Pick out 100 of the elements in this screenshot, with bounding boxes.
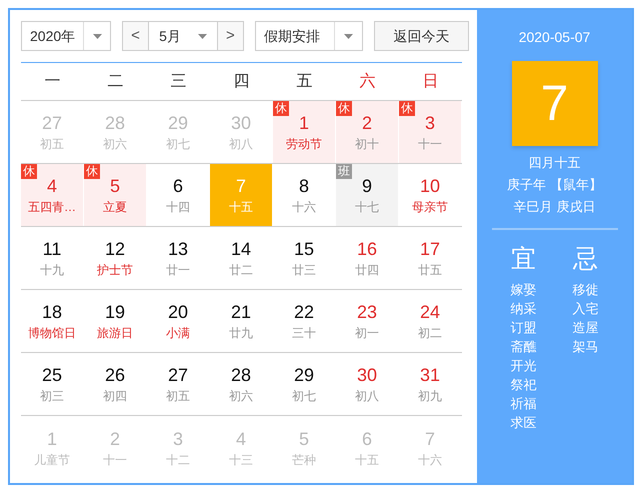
day-number: 31 <box>420 364 440 387</box>
day-number: 3 <box>172 428 183 450</box>
day-cell[interactable]: 30 初八 <box>336 353 398 415</box>
day-cell[interactable]: 18 博物馆日 <box>21 290 83 352</box>
weekday-label: 二 <box>108 72 124 92</box>
day-number: 22 <box>294 301 314 324</box>
lunar-date: 劳动节 <box>286 136 322 153</box>
suitable-item: 订盟 <box>510 319 536 337</box>
day-cell[interactable]: 25 初三 <box>21 353 83 415</box>
day-cell[interactable]: 19 旅游日 <box>84 290 146 352</box>
day-cell[interactable]: 休 3 十一 <box>399 101 461 163</box>
day-cell[interactable]: 6 十四 <box>147 164 209 226</box>
day-number: 23 <box>356 301 378 324</box>
day-cell[interactable]: 31 初九 <box>399 353 461 415</box>
day-number: 2 <box>362 112 372 135</box>
rest-badge: 休 <box>84 164 100 179</box>
day-cell[interactable]: 28 初六 <box>210 353 272 415</box>
day-number: 7 <box>236 175 246 198</box>
day-cell[interactable]: 休 4 五四青… <box>21 164 83 226</box>
day-number: 5 <box>110 175 120 198</box>
lunar-date: 三十 <box>292 325 316 342</box>
day-number: 25 <box>42 364 62 387</box>
day-number: 21 <box>230 301 252 324</box>
today-button[interactable]: 返回今天 <box>374 21 469 51</box>
lunar-date: 十五 <box>355 452 379 468</box>
day-cell[interactable]: 21 廿九 <box>210 290 272 352</box>
lunar-date: 廿九 <box>229 325 253 342</box>
day-cell[interactable]: 休 5 立夏 <box>84 164 146 226</box>
lunar-date: 五四青… <box>28 199 76 216</box>
lunar-date: 护士节 <box>97 262 133 279</box>
month-select[interactable]: 5月 <box>149 21 217 51</box>
weekday-label: 一 <box>44 72 60 92</box>
lunar-date: 廿二 <box>229 262 253 279</box>
suitable-item: 纳采 <box>510 300 536 318</box>
lunar-date: 初十 <box>355 136 379 153</box>
day-number: 2 <box>110 428 120 450</box>
day-cell[interactable]: 15 廿三 <box>273 227 335 289</box>
day-cell[interactable]: 11 十九 <box>21 227 83 289</box>
year-select[interactable]: 2020年 <box>21 21 111 51</box>
next-month-button[interactable]: > <box>216 21 244 51</box>
day-cell[interactable]: 13 廿一 <box>147 227 209 289</box>
day-number: 6 <box>362 428 372 450</box>
lunar-date: 十五 <box>229 199 253 216</box>
day-cell[interactable]: 23 初一 <box>336 290 398 352</box>
month-day-text: 辛巳月 庚戌日 <box>514 198 596 216</box>
lunar-date: 芒种 <box>292 452 316 468</box>
selected-date: 2020-05-07 <box>518 28 590 47</box>
day-number: 15 <box>294 238 314 261</box>
previous-month-button[interactable]: < <box>122 21 150 51</box>
day-cell[interactable]: 29 初七 <box>273 353 335 415</box>
day-cell[interactable]: 17 廿五 <box>399 227 461 289</box>
day-number: 4 <box>236 428 246 450</box>
day-number: 11 <box>42 238 62 261</box>
day-cell[interactable]: 26 初四 <box>84 353 146 415</box>
lunar-date: 十一 <box>418 136 442 153</box>
day-cell[interactable]: 16 廿四 <box>336 227 398 289</box>
day-cell[interactable]: 8 十六 <box>273 164 335 226</box>
lunar-date: 初七 <box>292 388 316 405</box>
day-number: 3 <box>424 112 435 135</box>
weekday-label: 五 <box>296 72 312 92</box>
day-number: 29 <box>294 364 314 387</box>
day-number: 28 <box>230 364 252 387</box>
day-number: 17 <box>420 238 440 261</box>
year-text: 庚子年 【鼠年】 <box>507 176 602 194</box>
lunar-date: 初四 <box>103 388 127 405</box>
lunar-date: 初九 <box>418 388 442 405</box>
day-cell[interactable]: 休 1 劳动节 <box>273 101 335 163</box>
day-cell[interactable]: 27 初五 <box>147 353 209 415</box>
lunar-date: 旅游日 <box>97 325 133 342</box>
day-number: 1 <box>46 428 57 450</box>
weekday-label: 日 <box>422 72 438 92</box>
day-cell[interactable]: 12 护士节 <box>84 227 146 289</box>
lunar-date: 十九 <box>40 262 64 279</box>
day-number: 6 <box>172 175 183 198</box>
weekday-label: 三 <box>170 72 186 92</box>
day-number: 12 <box>104 238 126 261</box>
day-number: 29 <box>168 112 188 135</box>
day-cell[interactable]: 24 初二 <box>399 290 461 352</box>
lunar-date: 小满 <box>166 325 190 342</box>
lunar-date: 立夏 <box>103 199 127 216</box>
holiday-select[interactable]: 假期安排 <box>255 21 363 51</box>
day-number: 30 <box>230 112 252 135</box>
caret-icon <box>198 34 208 38</box>
lunar-date: 廿三 <box>292 262 316 279</box>
day-number: 20 <box>168 301 188 324</box>
day-number: 27 <box>168 364 188 387</box>
day-cell[interactable]: 10 母亲节 <box>399 164 461 226</box>
lunar-date: 十三 <box>229 452 253 468</box>
day-cell[interactable]: 22 三十 <box>273 290 335 352</box>
day-number: 28 <box>104 112 126 135</box>
lunar-date: 初五 <box>40 136 64 153</box>
day-number: 9 <box>362 175 372 198</box>
day-cell[interactable]: 班 9 十七 <box>336 164 398 226</box>
day-cell[interactable]: 14 廿二 <box>210 227 272 289</box>
lunar-date: 十二 <box>166 452 190 468</box>
lunar-date: 初八 <box>229 136 253 153</box>
day-number: 18 <box>42 301 62 324</box>
lunar-date: 十四 <box>166 199 190 216</box>
day-cell[interactable]: 20 小满 <box>147 290 209 352</box>
day-cell[interactable]: 休 2 初十 <box>336 101 398 163</box>
